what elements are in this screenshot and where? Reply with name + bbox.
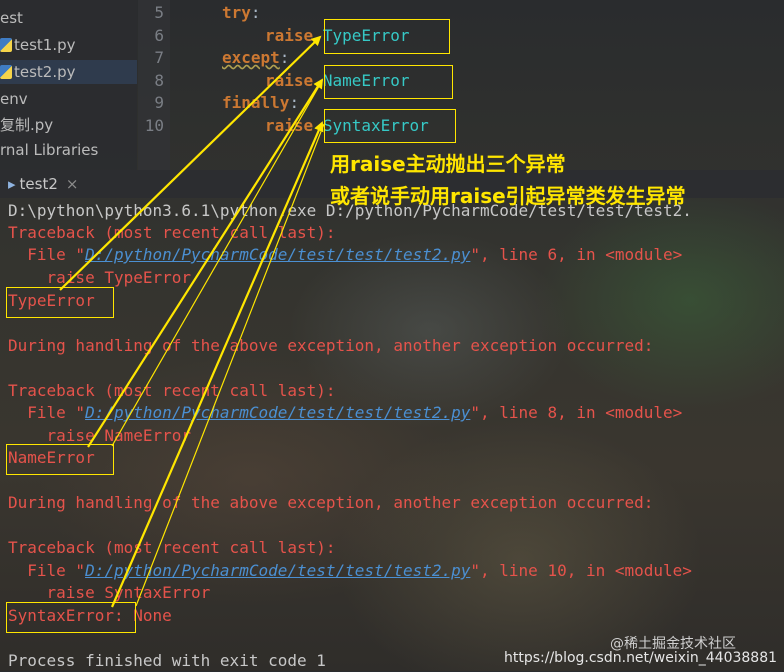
annotation-arrows [59, 35, 325, 608]
arrow-syntaxerror-shadow [135, 123, 325, 607]
arrow-syntaxerror [110, 121, 324, 608]
arrow-typeerror [59, 35, 322, 291]
url-watermark: https://blog.csdn.net/weixin_44038881 [504, 650, 778, 666]
